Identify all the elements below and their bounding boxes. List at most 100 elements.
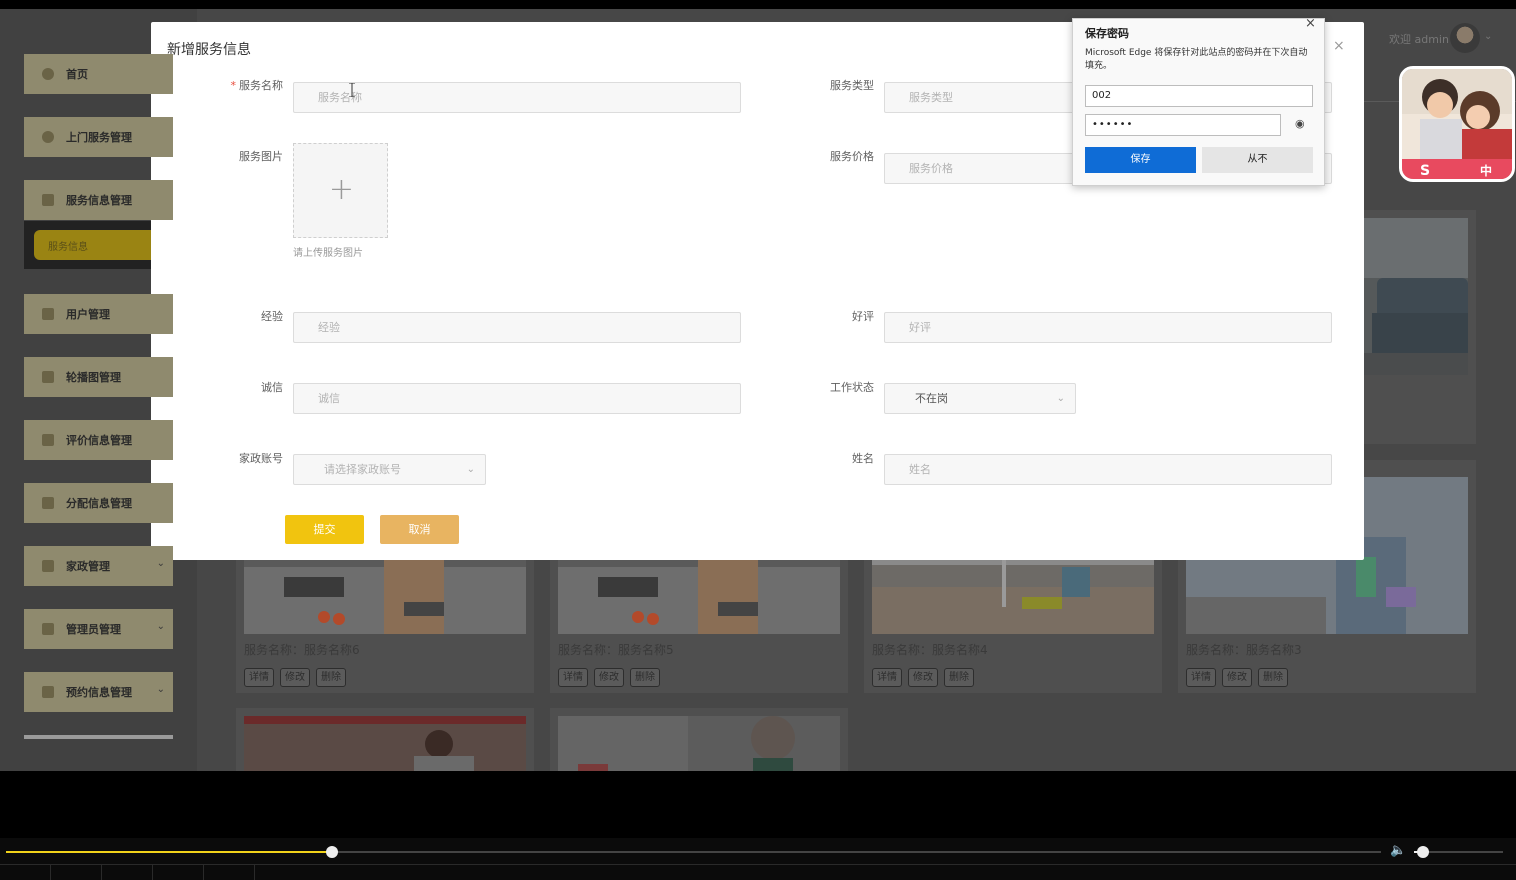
delete-button[interactable]: 删除	[316, 668, 346, 687]
upload-hint: 请上传服务图片	[293, 248, 363, 259]
work-status-select[interactable]: 不在岗 ⌄	[884, 383, 1076, 414]
edit-button[interactable]: 修改	[594, 668, 624, 687]
sidebar-item-label: 家政管理	[66, 560, 110, 573]
sidebar-item-9[interactable]: 预约信息管理 ⌄	[24, 672, 173, 712]
sidebar-item-1[interactable]: 上门服务管理	[24, 117, 173, 157]
floating-sticker-image[interactable]: S 中	[1399, 66, 1515, 182]
integrity-label: 诚信	[261, 381, 283, 394]
delete-button[interactable]: 删除	[944, 668, 974, 687]
edit-button[interactable]: 修改	[280, 668, 310, 687]
control-separator	[152, 865, 153, 880]
sidebar-item-4[interactable]: 轮播图管理	[24, 357, 173, 397]
progress-fill	[6, 851, 332, 853]
sidebar-item-label: 管理员管理	[66, 623, 121, 636]
submit-button[interactable]: 提交	[285, 515, 364, 544]
detail-button[interactable]: 详情	[244, 668, 274, 687]
service-name-input[interactable]: 服务名称	[293, 82, 741, 113]
work-status-label: 工作状态	[830, 381, 874, 394]
card-photo	[558, 716, 840, 771]
name-label: 姓名	[852, 452, 874, 465]
service-card-row3-1	[236, 708, 534, 771]
progress-knob[interactable]	[325, 846, 338, 858]
integrity-input[interactable]: 诚信	[293, 383, 741, 414]
sidebar-item-label: 服务信息管理	[66, 194, 132, 207]
video-player-bar: 🔈	[0, 838, 1516, 880]
never-save-button[interactable]: 从不	[1202, 147, 1313, 173]
detail-button[interactable]: 详情	[1186, 668, 1216, 687]
save-password-button[interactable]: 保存	[1085, 147, 1196, 173]
sidebar-subitem-service-info[interactable]: 服务信息	[34, 230, 159, 260]
folder-icon	[42, 497, 54, 509]
sidebar-item-2[interactable]: 服务信息管理	[24, 180, 173, 220]
control-separator	[50, 865, 51, 880]
screen: 欢迎 admin ⌄ 服务名称：服务名称6 详情 修改 删除 服务名称：服务名称…	[0, 0, 1516, 880]
svg-text:S: S	[1420, 163, 1430, 179]
chevron-down-icon: ⌄	[156, 684, 165, 695]
sidebar-item-label: 用户管理	[66, 308, 110, 321]
service-type-label: 服务类型	[830, 79, 874, 92]
service-price-label: 服务价格	[830, 150, 874, 163]
card-photo	[1357, 218, 1468, 375]
chevron-down-icon[interactable]: ⌄	[1484, 31, 1492, 42]
show-password-eye-icon[interactable]: ◉	[1295, 117, 1305, 130]
sidebar-item-8[interactable]: 管理员管理 ⌄	[24, 609, 173, 649]
carousel-icon	[42, 371, 54, 383]
popup-title: 保存密码	[1085, 27, 1129, 40]
service-image-label: 服务图片	[239, 150, 283, 163]
card-photo	[244, 716, 526, 771]
control-separator	[101, 865, 102, 880]
delete-button[interactable]: 删除	[1258, 668, 1288, 687]
modal-close-icon[interactable]: ×	[1333, 38, 1345, 54]
user-icon	[42, 308, 54, 320]
modal-title: 新增服务信息	[167, 42, 251, 58]
sidebar-item-3[interactable]: 用户管理	[24, 294, 173, 334]
rating-input[interactable]: 好评	[884, 312, 1332, 343]
sidebar-item-label: 分配信息管理	[66, 497, 132, 510]
welcome-text: 欢迎 admin	[1389, 33, 1449, 46]
user-avatar-icon[interactable]	[1450, 23, 1480, 53]
sidebar-item-label: 评价信息管理	[66, 434, 132, 447]
housekeeping-account-placeholder: 请选择家政账号	[324, 463, 401, 476]
housekeeping-account-select[interactable]: 请选择家政账号 ⌄	[293, 454, 486, 485]
chevron-down-icon: ⌄	[156, 621, 165, 632]
sidebar-item-5[interactable]: 评价信息管理	[24, 420, 173, 460]
card-caption: 服务名称：服务名称3	[1186, 643, 1302, 657]
detail-button[interactable]: 详情	[558, 668, 588, 687]
text-cursor-icon	[349, 83, 355, 97]
password-field[interactable]: ••••••	[1085, 114, 1281, 136]
sidebar-item-label: 预约信息管理	[66, 686, 132, 699]
popup-close-icon[interactable]: ×	[1305, 16, 1316, 31]
lock-icon	[42, 623, 54, 635]
delete-button[interactable]: 删除	[630, 668, 660, 687]
popup-description: Microsoft Edge 将保存针对此站点的密码并在下次自动填充。	[1085, 48, 1308, 71]
volume-track[interactable]	[1414, 846, 1503, 858]
user-icon	[42, 560, 54, 572]
service-icon	[42, 131, 54, 143]
save-password-popup: 保存密码 × Microsoft Edge 将保存针对此站点的密码并在下次自动填…	[1072, 16, 1325, 186]
volume-knob[interactable]	[1416, 846, 1429, 858]
edit-button[interactable]: 修改	[908, 668, 938, 687]
sidebar-bottom-divider	[24, 735, 173, 739]
name-input[interactable]: 姓名	[884, 454, 1332, 485]
card-caption: 服务名称：服务名称4	[872, 643, 988, 657]
control-separator	[254, 865, 255, 880]
detail-button[interactable]: 详情	[872, 668, 902, 687]
chevron-down-icon: ⌄	[466, 464, 475, 475]
cancel-button[interactable]: 取消	[380, 515, 459, 544]
experience-input[interactable]: 经验	[293, 312, 741, 343]
progress-track[interactable]	[6, 846, 1381, 858]
sidebar-item-7[interactable]: 家政管理 ⌄	[24, 546, 173, 586]
card-caption: 服务名称：服务名称5	[558, 643, 674, 657]
sidebar-item-0[interactable]: 首页	[24, 54, 173, 94]
service-card-row3-2	[550, 708, 848, 771]
sidebar-item-label: 首页	[66, 68, 88, 81]
calendar-icon	[42, 686, 54, 698]
image-upload-box[interactable]: +	[293, 143, 388, 238]
volume-icon[interactable]: 🔈	[1390, 843, 1406, 858]
experience-label: 经验	[261, 310, 283, 323]
username-field[interactable]: 002	[1085, 85, 1313, 107]
edit-button[interactable]: 修改	[1222, 668, 1252, 687]
video-frame: 欢迎 admin ⌄ 服务名称：服务名称6 详情 修改 删除 服务名称：服务名称…	[0, 9, 1516, 771]
chevron-down-icon: ⌄	[1056, 393, 1065, 404]
sidebar-item-6[interactable]: 分配信息管理	[24, 483, 173, 523]
